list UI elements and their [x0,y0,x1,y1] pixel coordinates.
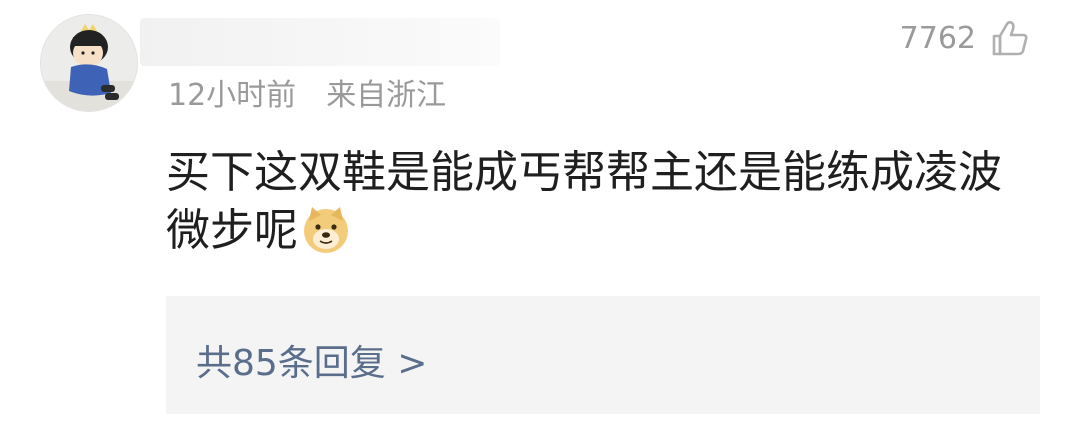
doge-emoji-icon [300,203,352,255]
cartoon-avatar-icon [41,15,137,111]
view-replies-link[interactable]: 共85条回复 > [196,334,427,386]
username-obscured [140,18,500,66]
comment-body: 买下这双鞋是能成丐帮帮主还是能练成凌波微步呢 [166,147,1002,256]
avatar[interactable] [40,14,138,112]
comment-location: 来自浙江 [326,78,447,113]
comment-meta: 12小时前 来自浙江 [168,70,446,114]
like-button[interactable]: 7762 [900,18,1030,58]
thumbs-up-icon [992,20,1028,56]
comment-time: 12小时前 [168,78,297,113]
replies-panel: 共85条回复 > [166,296,1040,414]
comment-text: 买下这双鞋是能成丐帮帮主还是能练成凌波微步呢 [166,144,1036,260]
like-count: 7762 [899,20,976,56]
